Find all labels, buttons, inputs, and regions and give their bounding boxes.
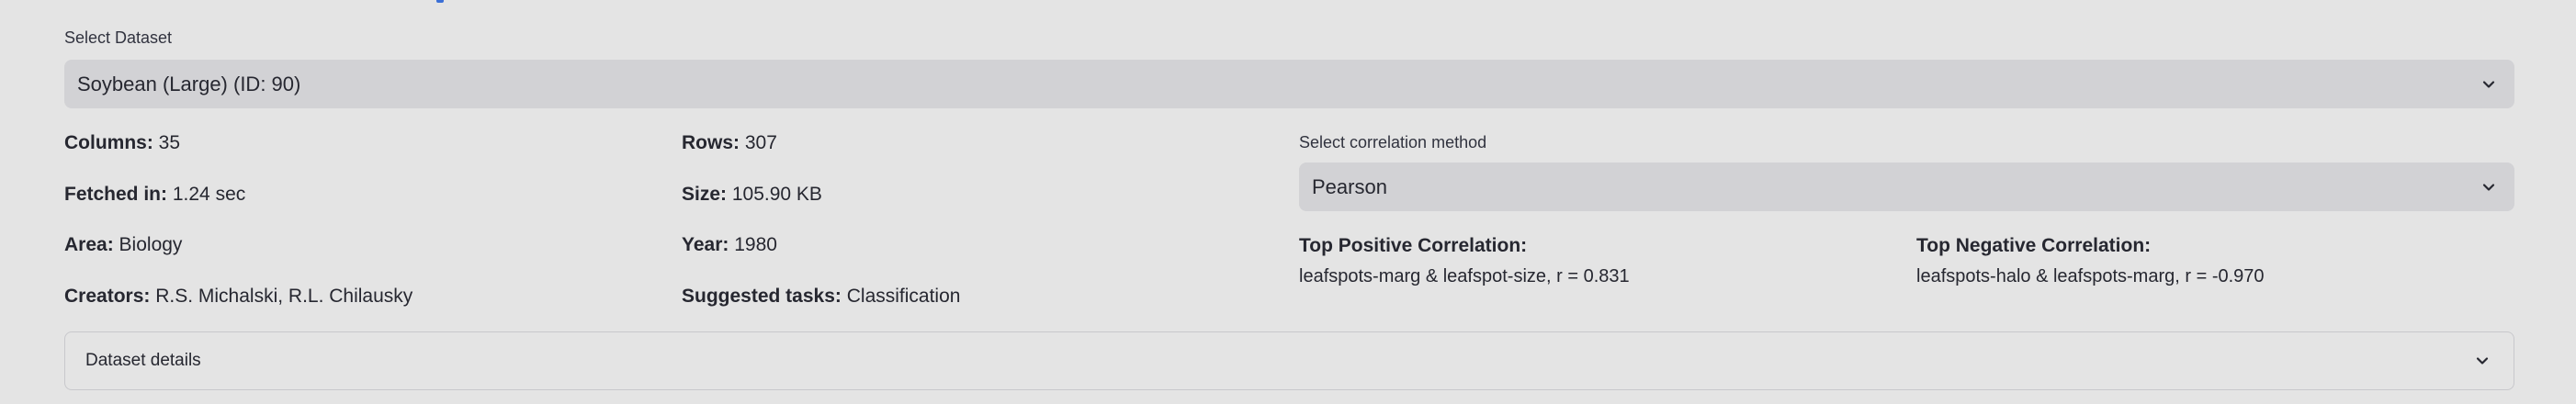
- dataset-select-label: Select Dataset: [64, 28, 173, 47]
- creators-value: R.S. Michalski, R.L. Chilausky: [155, 286, 413, 307]
- top-negative-value: leafspots-halo & leafspots-marg, r = -0.…: [1916, 266, 2265, 286]
- fetched-value: 1.24 sec: [172, 184, 246, 205]
- correlation-select-label: Select correlation method: [1299, 133, 1487, 152]
- correlation-select[interactable]: Pearson: [1299, 163, 2514, 211]
- rows-label: Rows:: [682, 132, 740, 153]
- top-negative-title: Top Negative Correlation:: [1916, 235, 2152, 256]
- year-info: Year: 1980: [682, 234, 777, 256]
- fetched-label: Fetched in:: [64, 184, 168, 205]
- dataset-select[interactable]: Soybean (Large) (ID: 90): [64, 60, 2514, 108]
- chevron-down-icon: [2482, 183, 2495, 191]
- area-info: Area: Biology: [64, 234, 182, 256]
- dataset-details-expander[interactable]: Dataset details: [64, 331, 2514, 390]
- dataset-select-value: Soybean (Large) (ID: 90): [77, 72, 301, 95]
- creators-label: Creators:: [64, 286, 151, 307]
- fetched-info: Fetched in: 1.24 sec: [64, 184, 245, 206]
- columns-info: Columns: 35: [64, 132, 180, 154]
- tasks-info: Suggested tasks: Classification: [682, 286, 960, 308]
- rows-value: 307: [744, 132, 777, 153]
- area-value: Biology: [119, 234, 183, 255]
- dataset-details-label: Dataset details: [85, 351, 201, 370]
- tasks-label: Suggested tasks:: [682, 286, 842, 307]
- correlation-select-value: Pearson: [1312, 174, 1387, 198]
- year-label: Year:: [682, 234, 729, 255]
- area-label: Area:: [64, 234, 114, 255]
- scroll-indicator: [436, 0, 444, 3]
- columns-label: Columns:: [64, 132, 153, 153]
- size-label: Size:: [682, 184, 728, 205]
- tasks-value: Classification: [846, 286, 961, 307]
- columns-value: 35: [158, 132, 181, 153]
- creators-info: Creators: R.S. Michalski, R.L. Chilausky: [64, 286, 412, 308]
- chevron-down-icon: [2476, 357, 2489, 365]
- rows-info: Rows: 307: [682, 132, 777, 154]
- top-positive-title: Top Positive Correlation:: [1299, 235, 1528, 256]
- size-info: Size: 105.90 KB: [682, 184, 822, 206]
- size-value: 105.90 KB: [731, 184, 822, 205]
- chevron-down-icon: [2482, 80, 2495, 88]
- top-positive-value: leafspots-marg & leafspot-size, r = 0.83…: [1299, 266, 1630, 286]
- year-value: 1980: [734, 234, 777, 255]
